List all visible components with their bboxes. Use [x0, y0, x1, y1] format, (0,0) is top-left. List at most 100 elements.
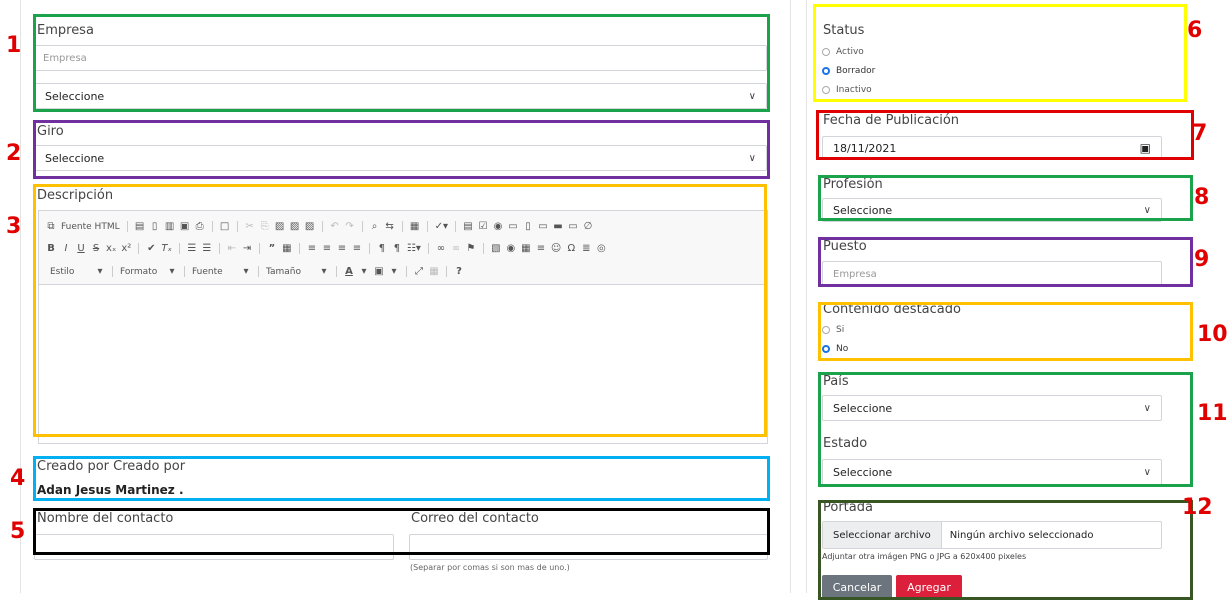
- empresa-select[interactable]: Seleccione ∨: [34, 83, 767, 109]
- estado-select[interactable]: Seleccione ∨: [822, 459, 1162, 485]
- language-icon[interactable]: ☷▾: [407, 243, 421, 254]
- style-dropdown[interactable]: Estilo: [50, 267, 90, 277]
- underline-icon[interactable]: U: [76, 243, 86, 254]
- redo-icon[interactable]: ↷: [345, 221, 355, 232]
- smiley-icon[interactable]: ☺: [551, 243, 561, 254]
- destacado-label: Contenido destacado: [823, 302, 961, 317]
- rtl-icon[interactable]: ¶: [392, 243, 402, 254]
- source-icon[interactable]: ⧉: [46, 221, 56, 232]
- file-status: Ningún archivo seleccionado: [949, 529, 1094, 541]
- indent-icon[interactable]: ⇥: [242, 243, 252, 254]
- image-icon[interactable]: ▧: [491, 243, 501, 254]
- textarea-icon[interactable]: ▯: [523, 221, 533, 232]
- fecha-label: Fecha de Publicación: [823, 113, 960, 128]
- outdent-icon[interactable]: ⇤: [227, 243, 237, 254]
- correo-hint: (Separar por comas si son mas de uno.): [410, 563, 570, 572]
- destacado-option-si[interactable]: Si: [822, 323, 848, 337]
- select-all-icon[interactable]: ▦: [410, 221, 420, 232]
- cut-icon[interactable]: ✂: [245, 221, 255, 232]
- paste-word-icon[interactable]: ▨: [305, 221, 315, 232]
- preview-icon[interactable]: ▣: [180, 221, 190, 232]
- toolbar-separator: [184, 266, 185, 277]
- format-dropdown[interactable]: Formato: [120, 267, 162, 277]
- left-border-line: [20, 0, 21, 593]
- status-option-inactivo[interactable]: Inactivo: [822, 83, 875, 97]
- spellcheck-icon[interactable]: ✓▾: [435, 221, 448, 232]
- copy-format-icon[interactable]: ✔: [146, 243, 156, 254]
- strike-icon[interactable]: S: [91, 243, 101, 254]
- anchor-icon[interactable]: ⚑: [466, 243, 476, 254]
- table-icon[interactable]: ▦: [521, 243, 531, 254]
- ltr-icon[interactable]: ¶: [377, 243, 387, 254]
- empresa-input[interactable]: Empresa: [34, 45, 767, 71]
- flash-icon[interactable]: ◉: [506, 243, 516, 254]
- remove-format-icon[interactable]: Tₓ: [161, 243, 172, 254]
- align-justify-icon[interactable]: ≡: [352, 243, 362, 254]
- contacto-input[interactable]: [34, 534, 394, 560]
- textfield-icon[interactable]: ▭: [508, 221, 518, 232]
- print-icon[interactable]: ⎙: [195, 221, 205, 232]
- horizontal-rule-icon[interactable]: ≡: [536, 243, 546, 254]
- button-field-icon[interactable]: ▬: [553, 221, 563, 232]
- replace-icon[interactable]: ⇆: [385, 221, 395, 232]
- checkbox-icon[interactable]: ☑: [478, 221, 488, 232]
- annotation-number-7: 7: [1192, 121, 1208, 146]
- align-left-icon[interactable]: ≡: [307, 243, 317, 254]
- blockquote-icon[interactable]: ”: [267, 243, 277, 254]
- paste-text-icon[interactable]: ▨: [290, 221, 300, 232]
- creado-label: Creado por Creado por: [37, 459, 186, 474]
- link-icon[interactable]: ∞: [436, 243, 446, 254]
- unlink-icon[interactable]: ∞: [451, 243, 461, 254]
- page-break-icon[interactable]: ≣: [581, 243, 591, 254]
- fecha-input[interactable]: 18/11/2021 ▣: [822, 136, 1162, 160]
- special-char-icon[interactable]: Ω: [566, 243, 576, 254]
- puesto-input[interactable]: Empresa: [822, 261, 1162, 287]
- templates-icon[interactable]: ▥: [165, 221, 175, 232]
- copy-icon[interactable]: ⎘: [260, 221, 270, 232]
- calendar-icon[interactable]: ▣: [1140, 141, 1151, 155]
- giro-select[interactable]: Seleccione ∨: [34, 145, 767, 171]
- align-right-icon[interactable]: ≡: [337, 243, 347, 254]
- pais-select[interactable]: Seleccione ∨: [822, 395, 1162, 421]
- document-icon[interactable]: □: [220, 221, 230, 232]
- new-page-icon[interactable]: ▯: [150, 221, 160, 232]
- font-dropdown[interactable]: Fuente: [192, 267, 236, 277]
- text-color-icon[interactable]: A: [344, 266, 354, 277]
- maximize-icon[interactable]: ⤢: [414, 266, 424, 277]
- destacado-radio-group: Si No: [822, 323, 848, 356]
- radio-selected-icon: [822, 67, 830, 75]
- italic-icon[interactable]: I: [61, 243, 71, 254]
- radio-icon[interactable]: ◉: [493, 221, 503, 232]
- source-button-label[interactable]: Fuente HTML: [61, 222, 120, 232]
- add-button[interactable]: Agregar: [896, 575, 962, 599]
- select-field-icon[interactable]: ▭: [538, 221, 548, 232]
- size-dropdown[interactable]: Tamaño: [266, 267, 314, 277]
- find-icon[interactable]: ⌕: [370, 221, 380, 232]
- undo-icon[interactable]: ↶: [330, 221, 340, 232]
- status-option-activo[interactable]: Activo: [822, 45, 875, 59]
- align-center-icon[interactable]: ≡: [322, 243, 332, 254]
- image-button-icon[interactable]: ▭: [568, 221, 578, 232]
- iframe-icon[interactable]: ◎: [596, 243, 606, 254]
- show-blocks-icon[interactable]: ▦: [429, 266, 439, 277]
- subscript-icon[interactable]: xₓ: [106, 243, 116, 254]
- status-option-borrador[interactable]: Borrador: [822, 64, 875, 78]
- file-input[interactable]: Seleccionar archivo Ningún archivo selec…: [822, 521, 1162, 549]
- cancel-button[interactable]: Cancelar: [822, 575, 892, 599]
- form-icon[interactable]: ▤: [463, 221, 473, 232]
- numbered-list-icon[interactable]: ☰: [187, 243, 197, 254]
- save-icon[interactable]: ▤: [135, 221, 145, 232]
- toolbar-separator: [211, 221, 213, 232]
- profesion-select[interactable]: Seleccione ∨: [822, 198, 1162, 222]
- help-icon[interactable]: ?: [454, 266, 464, 277]
- bold-icon[interactable]: B: [46, 243, 56, 254]
- div-icon[interactable]: ▦: [282, 243, 292, 254]
- bg-color-icon[interactable]: ▣: [374, 266, 384, 277]
- bulleted-list-icon[interactable]: ☰: [202, 243, 212, 254]
- file-select-button[interactable]: Seleccionar archivo: [823, 522, 942, 548]
- correo-input[interactable]: [409, 534, 768, 560]
- destacado-option-no[interactable]: No: [822, 342, 848, 356]
- superscript-icon[interactable]: x²: [121, 243, 131, 254]
- paste-icon[interactable]: ▨: [275, 221, 285, 232]
- hidden-field-icon[interactable]: ∅: [583, 221, 593, 232]
